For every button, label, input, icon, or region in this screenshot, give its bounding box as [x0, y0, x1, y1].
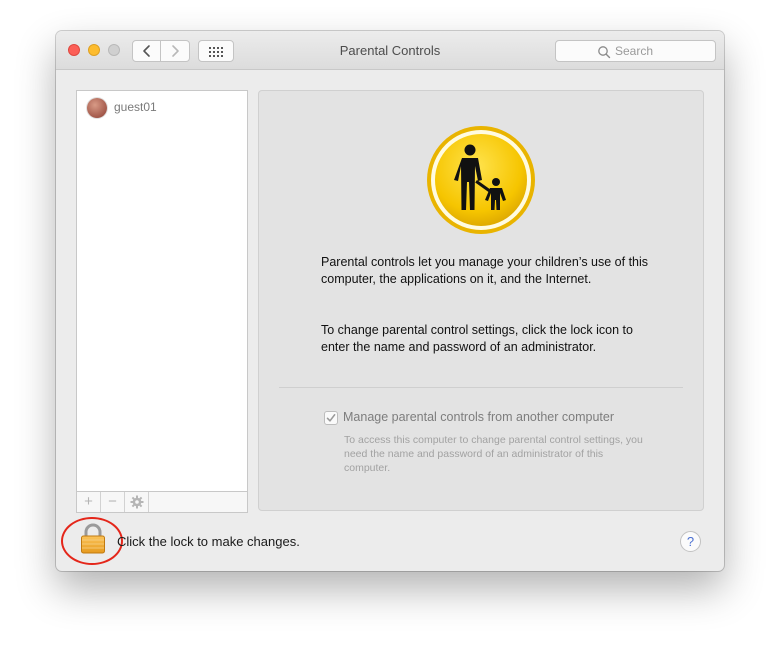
- parental-controls-icon: [427, 126, 535, 234]
- search-field[interactable]: Search: [555, 40, 716, 62]
- forward-button[interactable]: [161, 40, 190, 62]
- back-button[interactable]: [132, 40, 161, 62]
- user-avatar: [87, 98, 107, 118]
- chevron-left-icon: [143, 45, 150, 57]
- user-list-item-guest01[interactable]: guest01: [77, 96, 247, 120]
- manage-remotely-label: Manage parental controls from another co…: [343, 410, 614, 424]
- parental-controls-panel: Parental controls let you manage your ch…: [258, 90, 704, 511]
- title-bar: Parental Controls Search: [56, 31, 724, 70]
- user-actions-button[interactable]: [125, 492, 149, 512]
- user-list-toolbar: + −: [76, 491, 248, 513]
- chevron-right-icon: [172, 45, 179, 57]
- close-window-button[interactable]: [68, 44, 80, 56]
- lock-instruction-text: To change parental control settings, cli…: [321, 323, 633, 354]
- help-button[interactable]: ?: [680, 531, 701, 552]
- user-list[interactable]: guest01: [76, 90, 248, 513]
- manage-remotely-checkbox[interactable]: [324, 411, 338, 425]
- magnifier-icon: [598, 46, 611, 59]
- user-name: guest01: [114, 100, 157, 114]
- panel-divider: [279, 387, 683, 388]
- search-placeholder: Search: [615, 44, 654, 58]
- checkmark-icon: [326, 413, 336, 422]
- minimize-window-button[interactable]: [88, 44, 100, 56]
- add-user-button[interactable]: +: [77, 492, 101, 512]
- system-preferences-window: Parental Controls Search guest01 + − Par…: [56, 31, 724, 571]
- grid-icon: [209, 47, 223, 57]
- window-title: Parental Controls: [339, 43, 441, 58]
- lock-icon[interactable]: [80, 523, 106, 555]
- intro-text: Parental controls let you manage your ch…: [321, 255, 649, 286]
- lock-status-text[interactable]: Click the lock to make changes.: [117, 534, 300, 549]
- show-all-button[interactable]: [198, 40, 234, 62]
- remove-user-button[interactable]: −: [101, 492, 125, 512]
- gear-icon: [130, 495, 144, 509]
- zoom-window-button: [108, 44, 120, 56]
- manage-remotely-description: To access this computer to change parent…: [344, 434, 643, 474]
